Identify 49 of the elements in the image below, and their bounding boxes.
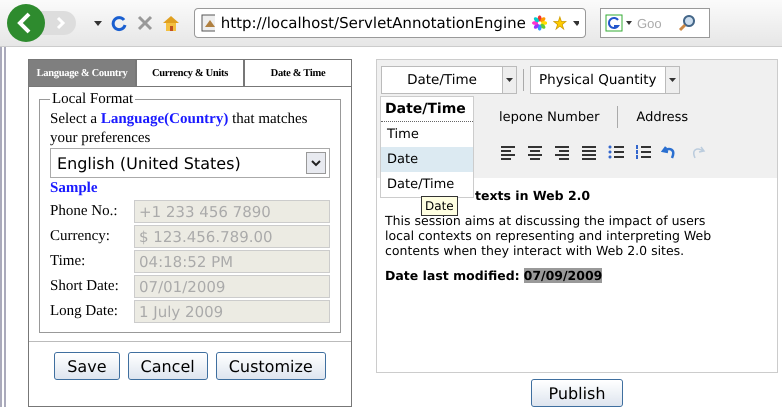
field-label: Phone No.: <box>50 203 118 220</box>
field-label: Currency: <box>50 228 111 245</box>
address-bar[interactable]: http://localhost/ServletAnnotationEngine <box>194 8 586 38</box>
align-center-icon[interactable] <box>526 143 544 161</box>
search-icon[interactable] <box>678 14 696 32</box>
form-button[interactable]: Save <box>54 352 120 380</box>
caret-icon[interactable] <box>626 21 632 25</box>
align-left-icon[interactable] <box>499 143 517 161</box>
field-label: Short Date: <box>50 278 120 295</box>
numbered-list-icon[interactable] <box>634 143 652 161</box>
type-dropdown[interactable]: Date/Time <box>381 66 517 94</box>
caret-icon[interactable] <box>94 20 102 26</box>
fieldset-title: Local Format <box>51 91 134 108</box>
tooltip: Date <box>421 196 458 216</box>
prompt-text: Select a Language(Country) that matches your preferences <box>50 110 308 148</box>
close-icon[interactable] <box>136 14 154 32</box>
search-engine-icon[interactable] <box>605 14 623 32</box>
annotation-tab[interactable]: Address <box>632 110 692 124</box>
search-field[interactable]: Goo <box>600 8 710 38</box>
field-label: Time: <box>50 253 86 270</box>
publish-button[interactable]: Publish <box>531 379 623 407</box>
form-button[interactable]: Cancel <box>128 352 208 380</box>
modified-label: Date last modified: <box>385 268 520 283</box>
url-text: http://localhost/ServletAnnotationEngine <box>220 14 526 32</box>
page-icon <box>201 14 215 32</box>
type-dropdown[interactable]: Physical Quantity <box>530 66 680 94</box>
tab[interactable]: Language & Country <box>28 59 136 87</box>
modified-date: 07/09/2009 <box>524 268 602 283</box>
annotation-tab[interactable]: lepone Number <box>495 110 604 124</box>
bullet-list-icon[interactable] <box>607 143 625 161</box>
tab[interactable]: Currency & Units <box>136 59 244 87</box>
field-label: Long Date: <box>50 303 119 320</box>
article-heading: texts in Web 2.0 <box>475 188 592 203</box>
justify-icon[interactable] <box>580 143 598 161</box>
star-icon[interactable] <box>553 14 567 32</box>
tab[interactable]: Date & Time <box>244 59 352 87</box>
color-wheel-icon[interactable] <box>532 13 548 33</box>
language-select[interactable]: English (United States) <box>50 148 330 178</box>
caret-icon <box>668 78 676 82</box>
article-text: This session aims at discussing the impact of users local contexts on representing and interpreting Web contents when they interact with Web 2.0 sites. <box>385 213 712 258</box>
caret-icon <box>506 78 513 82</box>
dropdown-button-icon[interactable] <box>306 152 326 174</box>
reload-icon[interactable] <box>110 14 128 32</box>
home-icon[interactable] <box>162 14 180 32</box>
caret-icon[interactable] <box>572 20 579 26</box>
form-button[interactable]: Customize <box>216 352 326 380</box>
menu-item[interactable]: Date <box>381 147 473 172</box>
align-right-icon[interactable] <box>553 143 571 161</box>
sample-title: Sample <box>50 180 99 197</box>
